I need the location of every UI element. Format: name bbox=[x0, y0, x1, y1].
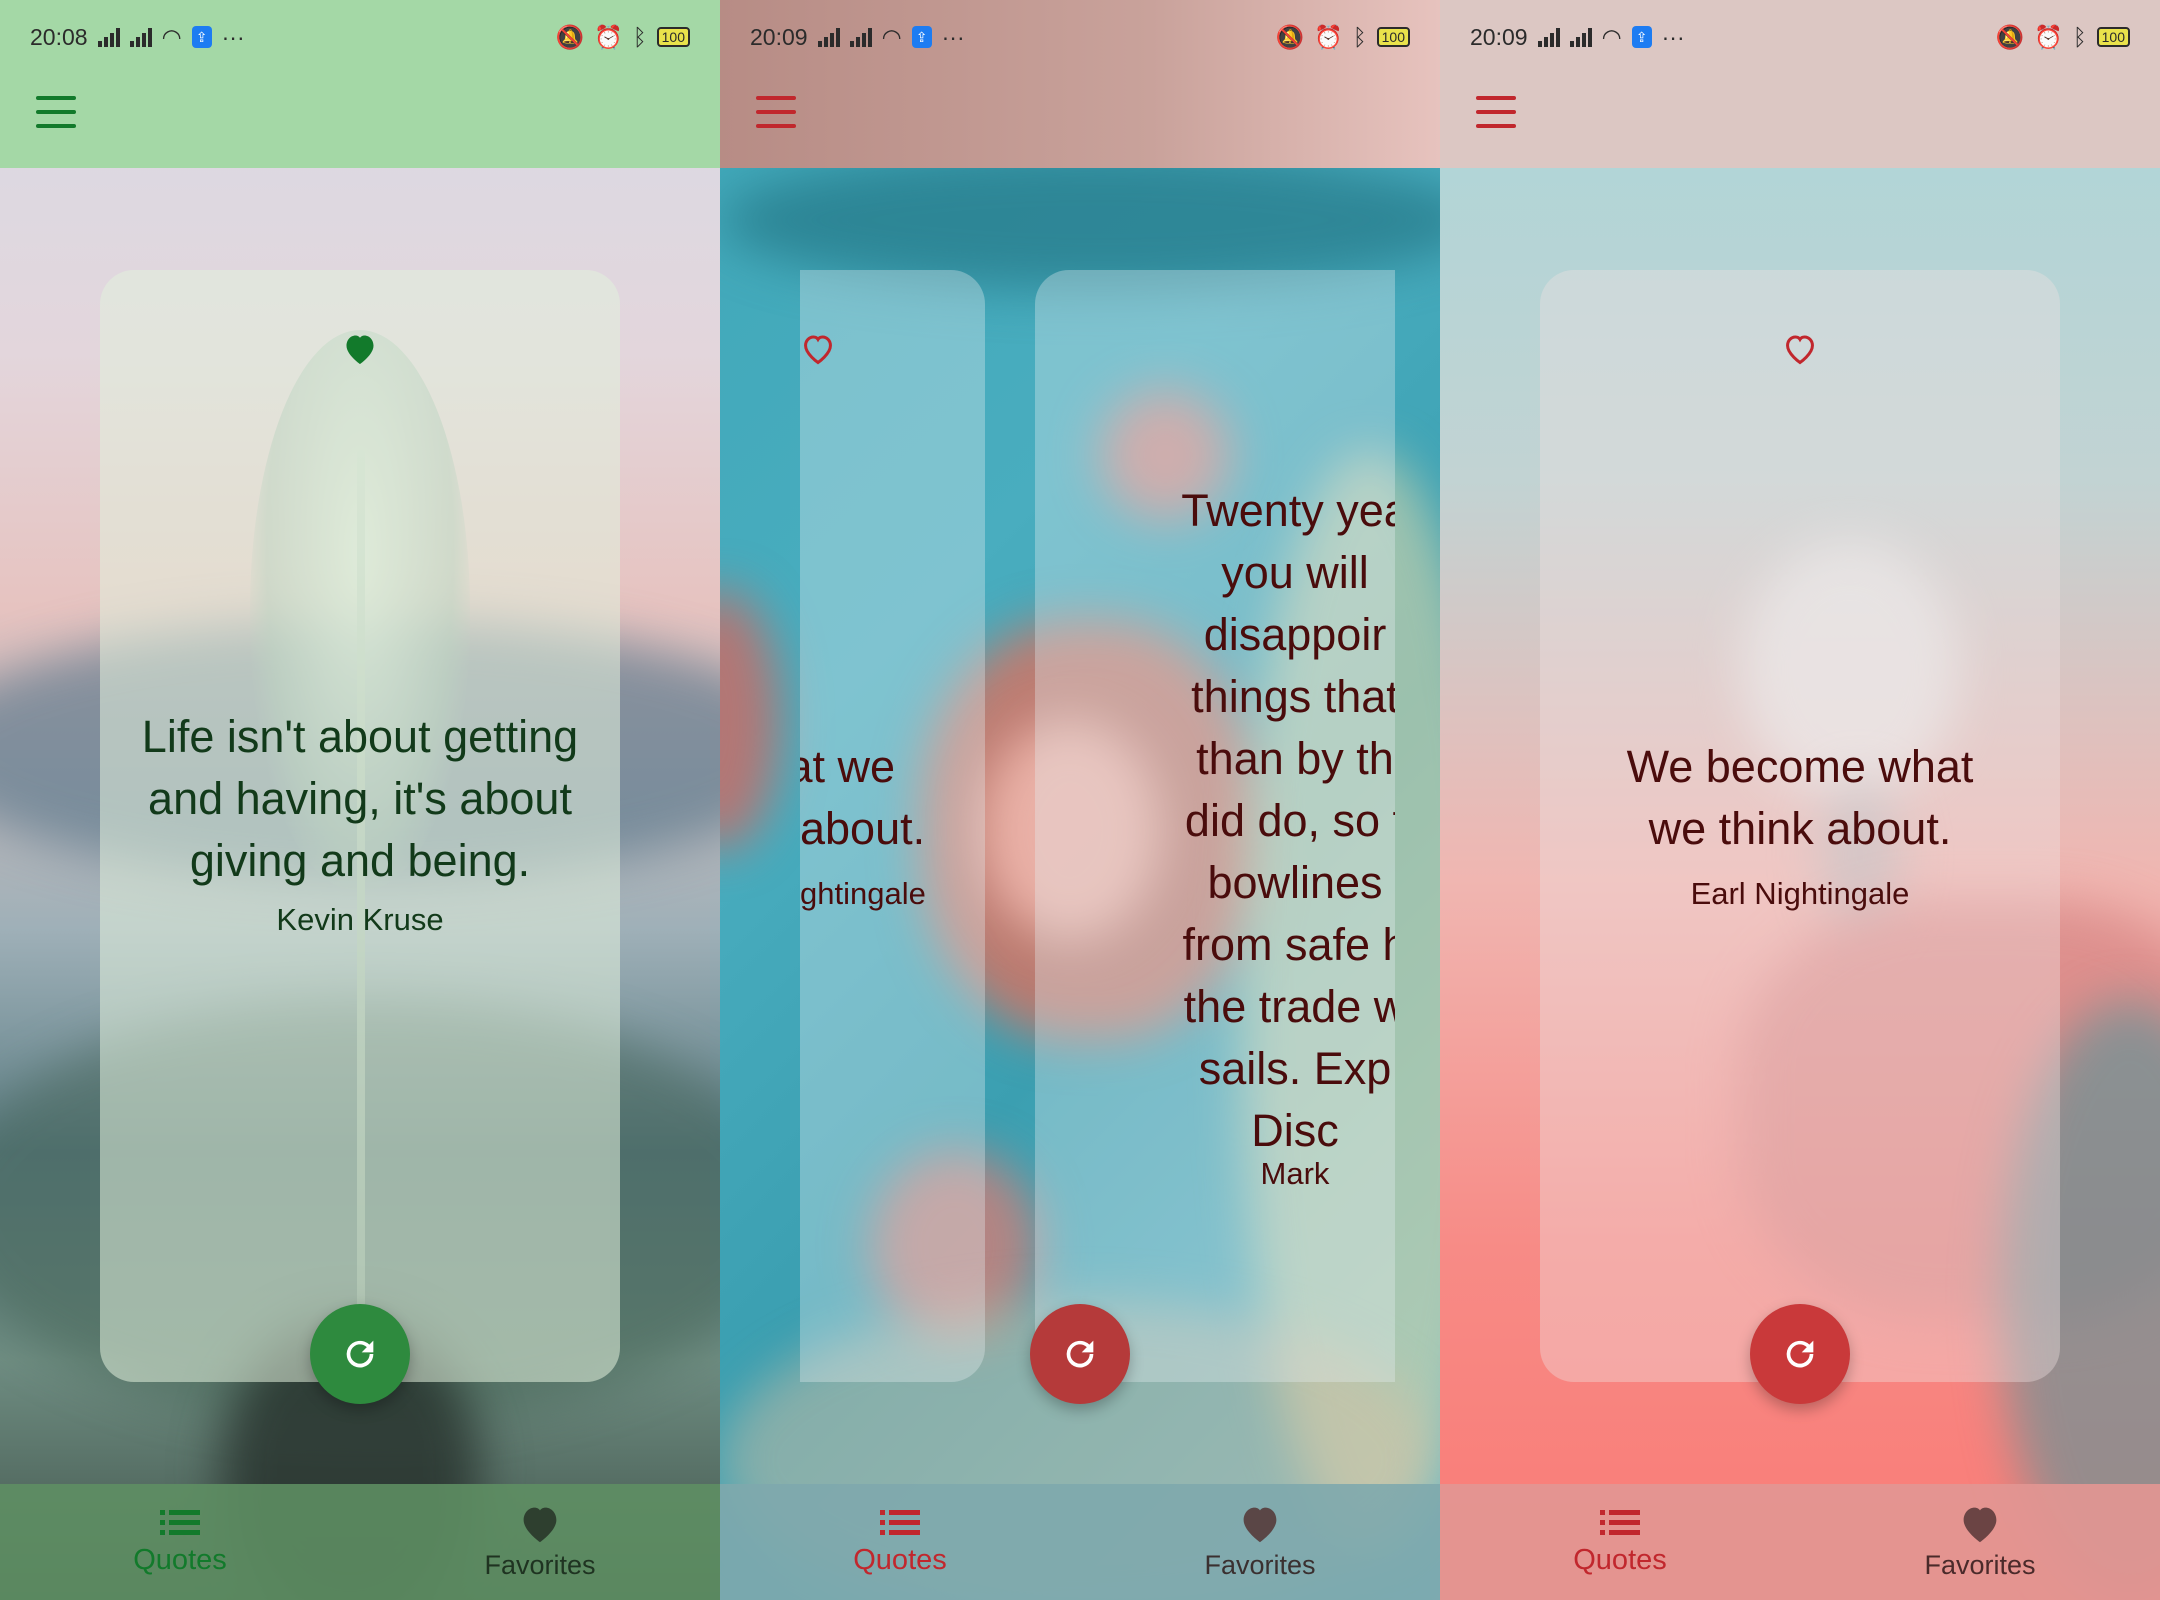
quote-card: Life isn't about getting and having, it'… bbox=[100, 270, 620, 1382]
refresh-button[interactable] bbox=[310, 1304, 410, 1404]
wifi-icon: ◠ bbox=[1601, 23, 1622, 50]
quote-text-line: than by th bbox=[1196, 733, 1394, 784]
quote-text-line: about. bbox=[800, 803, 926, 854]
signal-icon bbox=[849, 27, 872, 47]
nav-label-favorites: Favorites bbox=[484, 1549, 596, 1580]
bluetooth-icon: ᛒ bbox=[1352, 23, 1367, 50]
quote-text-line: from safe h bbox=[1182, 919, 1395, 970]
quote-author: Earl Nightingale bbox=[1690, 876, 1910, 911]
signal-icon bbox=[1537, 27, 1560, 47]
status-bar: 20:09 ◠ ⇪ ··· 🔕 ⏰ ᛒ 100 bbox=[1470, 22, 2130, 52]
more-notifications-icon: ··· bbox=[221, 23, 245, 50]
bottom-navigation: Quotes Favorites bbox=[1440, 1484, 2160, 1600]
nav-label-favorites: Favorites bbox=[1924, 1549, 2036, 1580]
signal-icon bbox=[97, 27, 120, 47]
signal-icon bbox=[1569, 27, 1592, 47]
bottom-navigation: Quotes Favorites bbox=[720, 1484, 1440, 1600]
favorite-heart-icon[interactable] bbox=[1782, 332, 1818, 366]
bottom-navigation: Quotes Favorites bbox=[0, 1484, 720, 1600]
menu-button[interactable] bbox=[1476, 96, 1516, 128]
bluetooth-icon: ᛒ bbox=[632, 23, 647, 50]
screen-3: 20:09 ◠ ⇪ ··· 🔕 ⏰ ᛒ 100 We become what w… bbox=[1440, 0, 2160, 1600]
quote-author: Mark bbox=[1260, 1156, 1330, 1191]
app-bar: 20:08 ◠ ⇪ ··· 🔕 ⏰ ᛒ 100 bbox=[0, 0, 720, 168]
more-notifications-icon: ··· bbox=[1661, 23, 1685, 50]
alarm-icon: ⏰ bbox=[1314, 23, 1343, 50]
battery-icon: 100 bbox=[1376, 27, 1410, 47]
nav-label-favorites: Favorites bbox=[1204, 1549, 1316, 1580]
refresh-icon bbox=[1786, 1340, 1814, 1368]
favorite-heart-icon[interactable] bbox=[342, 332, 378, 366]
app-notification-icon: ⇪ bbox=[191, 26, 212, 48]
nav-tab-quotes[interactable]: Quotes bbox=[1440, 1484, 1800, 1600]
mute-icon: 🔕 bbox=[555, 23, 585, 50]
menu-button[interactable] bbox=[36, 96, 76, 128]
quote-text: Life isn't about getting and having, it'… bbox=[141, 711, 579, 886]
quote-author: ghtingale bbox=[800, 876, 926, 911]
refresh-button[interactable] bbox=[1030, 1304, 1130, 1404]
quote-text-line: did do, so t bbox=[1184, 795, 1395, 846]
nav-tab-favorites[interactable]: Favorites bbox=[360, 1484, 720, 1600]
status-time: 20:09 bbox=[750, 23, 808, 50]
nav-tab-quotes[interactable]: Quotes bbox=[0, 1484, 360, 1600]
alarm-icon: ⏰ bbox=[594, 23, 623, 50]
nav-label-quotes: Quotes bbox=[853, 1543, 947, 1576]
mute-icon: 🔕 bbox=[1995, 23, 2025, 50]
wifi-icon: ◠ bbox=[161, 23, 182, 50]
quote-text-line: disappoir bbox=[1203, 609, 1387, 660]
heart-icon bbox=[1243, 1507, 1277, 1542]
menu-button[interactable] bbox=[756, 96, 796, 128]
nav-tab-favorites[interactable]: Favorites bbox=[1800, 1484, 2160, 1600]
quote-text-line: things that bbox=[1191, 671, 1395, 722]
quote-text-line: sails. Exp bbox=[1198, 1043, 1392, 1094]
quote-text: We become what we think about. bbox=[1626, 741, 1974, 854]
nav-label-quotes: Quotes bbox=[1573, 1543, 1667, 1576]
app-bar: 20:09 ◠ ⇪ ··· 🔕 ⏰ ᛒ 100 bbox=[720, 0, 1440, 168]
signal-icon bbox=[817, 27, 840, 47]
quote-card-next: Twenty yea you will disappoir things tha… bbox=[1035, 270, 1395, 1382]
list-icon bbox=[160, 1509, 200, 1535]
screens-container: 20:08 ◠ ⇪ ··· 🔕 ⏰ ᛒ 100 Life isn't about… bbox=[0, 0, 2160, 1600]
mute-icon: 🔕 bbox=[1275, 23, 1305, 50]
nav-label-quotes: Quotes bbox=[133, 1543, 227, 1576]
refresh-icon bbox=[1066, 1340, 1094, 1368]
quote-text-line: bowlines bbox=[1207, 857, 1383, 908]
quote-text-line: you will bbox=[1221, 547, 1369, 598]
refresh-icon bbox=[346, 1340, 374, 1368]
quote-card-previous: ne what we about. ghtingale bbox=[800, 270, 985, 1382]
status-bar: 20:09 ◠ ⇪ ··· 🔕 ⏰ ᛒ 100 bbox=[750, 22, 1410, 52]
card-swipe-viewport: ne what we about. ghtingale Twenty yea y… bbox=[800, 270, 1395, 1382]
quote-text-line: the trade w bbox=[1183, 981, 1395, 1032]
heart-icon bbox=[523, 1507, 557, 1542]
status-time: 20:08 bbox=[30, 23, 88, 50]
bluetooth-icon: ᛒ bbox=[2072, 23, 2087, 50]
heart-icon bbox=[1963, 1507, 1997, 1542]
app-bar: 20:09 ◠ ⇪ ··· 🔕 ⏰ ᛒ 100 bbox=[1440, 0, 2160, 168]
quote-text-line: Twenty yea bbox=[1181, 485, 1395, 536]
list-icon bbox=[880, 1509, 920, 1535]
refresh-button[interactable] bbox=[1750, 1304, 1850, 1404]
more-notifications-icon: ··· bbox=[941, 23, 965, 50]
list-icon bbox=[1600, 1509, 1640, 1535]
quote-text-line: ne what we bbox=[800, 741, 895, 792]
quote-author: Kevin Kruse bbox=[276, 902, 444, 937]
status-time: 20:09 bbox=[1470, 23, 1528, 50]
nav-tab-quotes[interactable]: Quotes bbox=[720, 1484, 1080, 1600]
screen-1: 20:08 ◠ ⇪ ··· 🔕 ⏰ ᛒ 100 Life isn't about… bbox=[0, 0, 720, 1600]
wifi-icon: ◠ bbox=[881, 23, 902, 50]
nav-tab-favorites[interactable]: Favorites bbox=[1080, 1484, 1440, 1600]
quote-text-line: Disc bbox=[1251, 1105, 1339, 1156]
battery-icon: 100 bbox=[2096, 27, 2130, 47]
app-notification-icon: ⇪ bbox=[911, 26, 932, 48]
quote-text-block: Twenty yea you will disappoir things tha… bbox=[1035, 480, 1395, 1162]
alarm-icon: ⏰ bbox=[2034, 23, 2063, 50]
screen-2: 20:09 ◠ ⇪ ··· 🔕 ⏰ ᛒ 100 t we about. ghti… bbox=[720, 0, 1440, 1600]
favorite-heart-icon[interactable] bbox=[800, 332, 836, 366]
quote-card: We become what we think about. Earl Nigh… bbox=[1540, 270, 2060, 1382]
status-bar: 20:08 ◠ ⇪ ··· 🔕 ⏰ ᛒ 100 bbox=[30, 22, 690, 52]
battery-icon: 100 bbox=[656, 27, 690, 47]
card-track: ne what we about. ghtingale Twenty yea y… bbox=[800, 270, 1395, 1382]
signal-icon bbox=[129, 27, 152, 47]
app-notification-icon: ⇪ bbox=[1631, 26, 1652, 48]
